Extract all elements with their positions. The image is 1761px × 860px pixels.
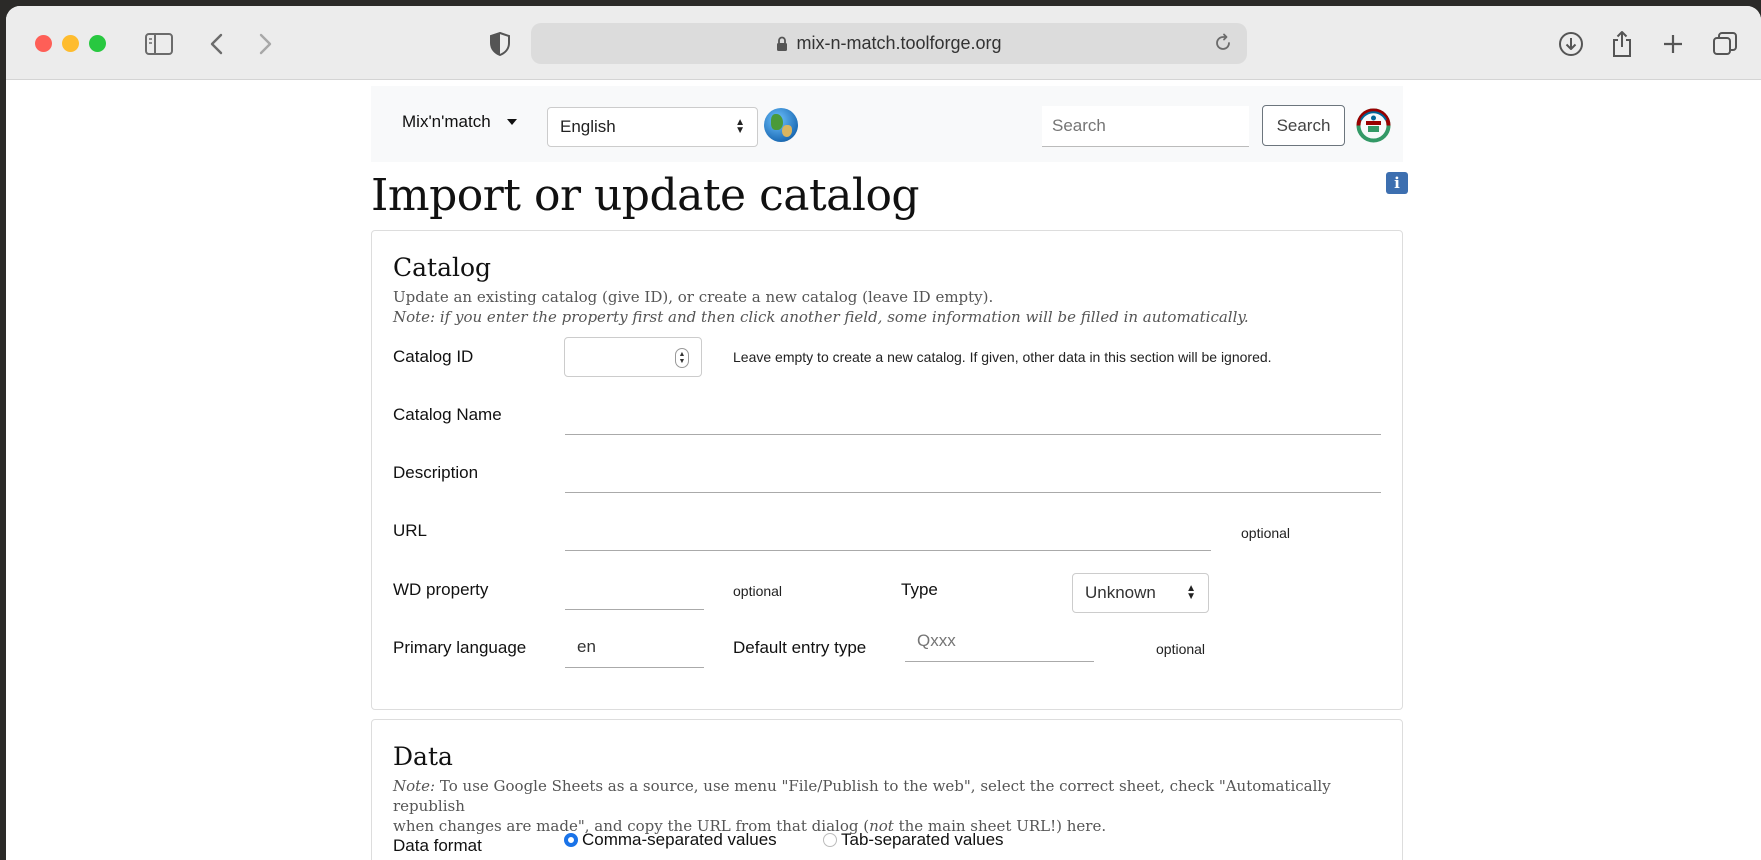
search-input[interactable] <box>1042 106 1249 147</box>
privacy-shield-icon[interactable] <box>486 30 514 58</box>
address-bar[interactable]: mix-n-match.toolforge.org <box>531 23 1247 64</box>
sidebar-toggle-icon[interactable] <box>145 30 173 58</box>
browser-toolbar: mix-n-match.toolforge.org <box>6 6 1761 80</box>
primary-language-input[interactable] <box>565 626 704 668</box>
url-text: mix-n-match.toolforge.org <box>796 33 1002 53</box>
data-note-line1: To use Google Sheets as a source, use me… <box>393 777 1331 815</box>
back-icon[interactable] <box>202 30 230 58</box>
navbar: Mix'n'match English ▲ ▼ Search <box>371 86 1403 162</box>
url-optional-hint: optional <box>1241 525 1291 541</box>
wd-property-label: WD property <box>393 580 489 599</box>
radio-selected-icon[interactable] <box>564 833 578 847</box>
wd-property-optional-hint: optional <box>733 583 783 599</box>
default-entry-type-label: Default entry type <box>733 638 867 657</box>
zoom-window-button[interactable] <box>89 35 106 52</box>
language-value: English <box>560 117 616 136</box>
reload-icon[interactable] <box>1213 33 1233 58</box>
catalog-name-label: Catalog Name <box>393 405 502 424</box>
new-tab-icon[interactable] <box>1659 30 1687 58</box>
catalog-card: Catalog Update an existing catalog (give… <box>371 230 1403 710</box>
wikimedia-logo-icon[interactable] <box>1355 107 1392 144</box>
type-value: Unknown <box>1085 583 1156 602</box>
data-note-prefix: Note: <box>393 777 436 795</box>
number-spinner-icon[interactable]: ▲ ▼ <box>675 348 689 368</box>
catalog-intro: Update an existing catalog (give ID), or… <box>393 288 994 306</box>
lock-icon <box>776 36 788 52</box>
data-heading: Data <box>393 742 453 771</box>
default-entry-type-optional-hint: optional <box>1156 641 1206 657</box>
type-select[interactable]: Unknown ▲ ▼ <box>1072 573 1209 613</box>
description-label: Description <box>393 463 479 482</box>
format-csv-label: Comma-separated values <box>582 830 777 849</box>
description-input[interactable] <box>565 451 1381 493</box>
tab-overview-icon[interactable] <box>1711 30 1739 58</box>
globe-icon <box>764 108 798 142</box>
url-label: URL <box>393 521 428 540</box>
minimize-window-button[interactable] <box>62 35 79 52</box>
downloads-icon[interactable] <box>1557 30 1585 58</box>
primary-language-label: Primary language <box>393 638 527 657</box>
catalog-name-input[interactable] <box>565 393 1381 435</box>
chevron-down-icon <box>506 119 517 125</box>
brand-label: Mix'n'match <box>402 112 491 131</box>
search-button[interactable]: Search <box>1262 105 1345 146</box>
catalog-note: Note: if you enter the property first an… <box>393 308 1249 326</box>
close-window-button[interactable] <box>35 35 52 52</box>
page-content: Mix'n'match English ▲ ▼ Search Search i … <box>6 81 1761 860</box>
data-card: Data Note: To use Google Sheets as a sou… <box>371 719 1403 860</box>
catalog-heading: Catalog <box>393 253 492 282</box>
select-arrows-icon: ▲ ▼ <box>735 117 745 136</box>
type-label: Type <box>901 580 938 599</box>
browser-window: mix-n-match.toolforge.org Mix'n'match En… <box>6 6 1761 860</box>
catalog-id-help: Leave empty to create a new catalog. If … <box>733 349 1272 365</box>
format-tsv-label: Tab-separated values <box>841 830 1004 849</box>
info-icon[interactable]: i <box>1386 172 1408 194</box>
format-csv-option[interactable]: Comma-separated values <box>564 830 777 850</box>
brand-dropdown[interactable]: Mix'n'match <box>402 112 517 132</box>
data-note: Note: To use Google Sheets as a source, … <box>393 776 1393 836</box>
format-tsv-option[interactable]: Tab-separated values <box>823 830 1004 850</box>
catalog-id-input[interactable]: ▲ ▼ <box>564 337 702 377</box>
data-format-label: Data format <box>393 836 482 855</box>
wd-property-input[interactable] <box>565 568 704 610</box>
radio-unselected-icon[interactable] <box>823 833 837 847</box>
select-arrows-icon: ▲ ▼ <box>1186 583 1196 602</box>
share-icon[interactable] <box>1608 30 1636 58</box>
forward-icon[interactable] <box>252 30 280 58</box>
catalog-id-label: Catalog ID <box>393 347 474 366</box>
language-select[interactable]: English ▲ ▼ <box>547 107 758 147</box>
page-title: Import or update catalog <box>371 170 920 221</box>
default-entry-type-input[interactable] <box>905 620 1094 662</box>
url-input[interactable] <box>565 509 1211 551</box>
